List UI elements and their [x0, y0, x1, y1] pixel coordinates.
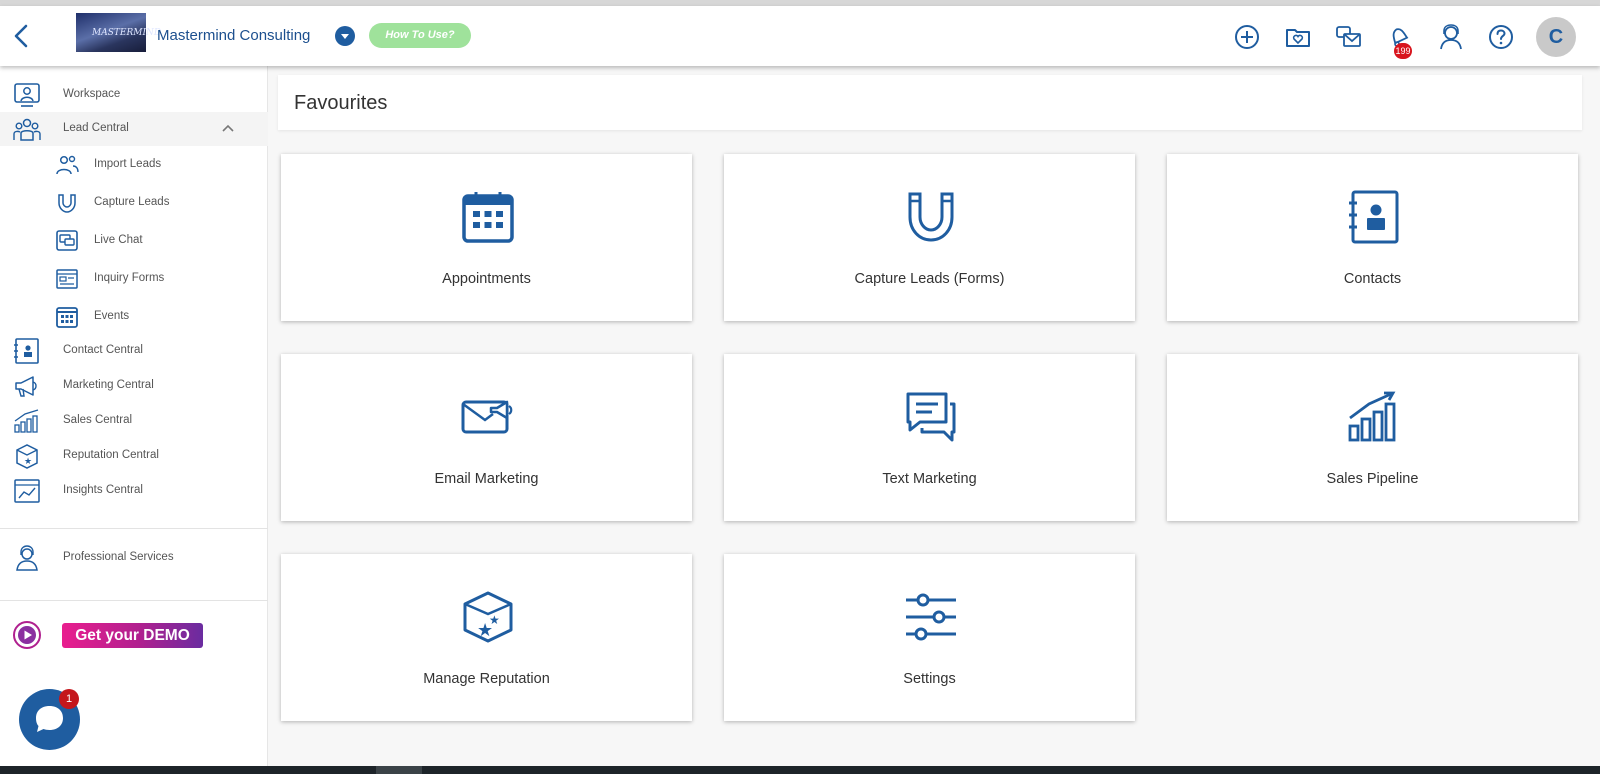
- user-avatar[interactable]: C: [1536, 17, 1576, 57]
- card-label: Text Marketing: [882, 471, 977, 487]
- add-circle-icon[interactable]: [1232, 22, 1262, 52]
- company-logo[interactable]: MASTERMIND: [76, 13, 161, 52]
- card-email-marketing[interactable]: Email Marketing: [281, 354, 692, 521]
- messages-icon[interactable]: [1334, 22, 1364, 52]
- star-box-icon: ★: [16, 444, 38, 469]
- sliders-icon: [906, 593, 956, 641]
- people-group-icon: [13, 118, 41, 141]
- company-name[interactable]: Mastermind Consulting: [157, 27, 310, 44]
- sidebar-item-label: Sales Central: [63, 414, 133, 426]
- support-agent-icon[interactable]: [1436, 22, 1466, 52]
- sidebar-item-sales-central[interactable]: Sales Central: [0, 404, 268, 438]
- card-label: Email Marketing: [434, 471, 539, 487]
- magnet-icon: [58, 194, 76, 213]
- email-megaphone-icon: [461, 400, 513, 434]
- sidebar-item-insights-central[interactable]: Insights Central: [0, 474, 268, 508]
- svg-text:★: ★: [24, 457, 32, 467]
- sidebar-item-label: Lead Central: [63, 122, 129, 134]
- favourites-header: Favourites: [278, 75, 1582, 130]
- sidebar-divider: [0, 600, 268, 601]
- card-contacts[interactable]: Contacts: [1167, 154, 1578, 321]
- sidebar-item-label: Insights Central: [63, 484, 143, 496]
- sidebar-item-live-chat[interactable]: Live Chat: [0, 224, 268, 258]
- card-label: Sales Pipeline: [1326, 471, 1419, 487]
- sidebar-item-label: Contact Central: [63, 344, 143, 356]
- page-title: Favourites: [294, 92, 388, 114]
- insights-chart-icon: [14, 479, 40, 503]
- workspace-icon: [14, 83, 40, 107]
- sidebar-item-marketing-central[interactable]: Marketing Central: [0, 369, 268, 403]
- calendar-icon: [462, 192, 514, 243]
- sidebar-item-events[interactable]: Events: [0, 300, 268, 334]
- os-taskbar-strip: [0, 766, 1600, 774]
- main-content: Favourites Appointments Capture Leads (F…: [268, 66, 1600, 766]
- sidebar-item-label: Inquiry Forms: [94, 272, 165, 284]
- notification-badge: 199: [1394, 43, 1412, 59]
- sidebar-item-label: Events: [94, 310, 130, 322]
- chevron-up-icon[interactable]: [221, 122, 235, 134]
- sidebar-item-contact-central[interactable]: Contact Central: [0, 334, 268, 368]
- sidebar-item-import-leads[interactable]: Import Leads: [0, 148, 268, 182]
- sidebar-divider: [0, 528, 268, 529]
- consultant-icon: [16, 545, 38, 571]
- live-chat-icon: [56, 230, 78, 251]
- sidebar-item-reputation-central[interactable]: ★ Reputation Central: [0, 439, 268, 473]
- sidebar-item-inquiry-forms[interactable]: Inquiry Forms: [0, 262, 268, 296]
- card-text-marketing[interactable]: Text Marketing: [724, 354, 1135, 521]
- card-label: Contacts: [1343, 271, 1402, 287]
- top-header: MASTERMIND Mastermind Consulting How To …: [0, 6, 1600, 66]
- card-label: Capture Leads (Forms): [854, 271, 1005, 287]
- taskbar-segment: [376, 766, 422, 774]
- sidebar-item-label: Import Leads: [94, 158, 162, 170]
- sidebar-item-lead-central[interactable]: Lead Central: [0, 112, 268, 146]
- card-label: Manage Reputation: [423, 671, 550, 687]
- svg-text:★: ★: [489, 613, 500, 627]
- star-box-icon: ★★: [463, 591, 513, 643]
- card-capture-leads-forms[interactable]: Capture Leads (Forms): [724, 154, 1135, 321]
- card-sales-pipeline[interactable]: Sales Pipeline: [1167, 354, 1578, 521]
- sidebar-item-label: Capture Leads: [94, 196, 170, 208]
- sidebar-item-workspace[interactable]: Workspace: [0, 78, 268, 112]
- sidebar-item-label: Live Chat: [94, 234, 143, 246]
- get-demo-button[interactable]: Get your DEMO: [62, 623, 203, 648]
- chat-bubbles-icon: [906, 392, 956, 442]
- sidebar-item-label: Professional Services: [63, 551, 174, 563]
- favorite-folder-icon[interactable]: [1283, 22, 1313, 52]
- megaphone-icon: [15, 376, 37, 397]
- chat-badge: 1: [59, 689, 79, 709]
- sidebar-item-label: Workspace: [63, 88, 121, 100]
- help-icon[interactable]: [1486, 22, 1516, 52]
- magnet-icon: [908, 192, 954, 242]
- back-arrow-icon[interactable]: [10, 22, 34, 50]
- sidebar-item-professional-services[interactable]: Professional Services: [0, 541, 268, 575]
- form-icon: [56, 269, 78, 289]
- sidebar-item-label: Reputation Central: [63, 449, 159, 461]
- import-leads-icon: [56, 155, 79, 175]
- card-manage-reputation[interactable]: ★ ★ Manage Reputation: [281, 554, 692, 721]
- card-label: Settings: [903, 671, 956, 687]
- contact-book-icon: [1349, 190, 1399, 244]
- card-label: Appointments: [442, 271, 531, 287]
- sidebar-item-label: Marketing Central: [63, 379, 154, 391]
- bar-chart-icon: [14, 409, 39, 433]
- bar-chart-icon: [1348, 391, 1396, 442]
- sidebar-item-capture-leads[interactable]: Capture Leads: [0, 186, 268, 220]
- calendar-icon: [56, 307, 78, 328]
- play-icon[interactable]: [12, 620, 42, 650]
- how-to-use-button[interactable]: How To Use?: [369, 23, 471, 48]
- card-appointments[interactable]: Appointments: [281, 154, 692, 321]
- card-settings[interactable]: Settings: [724, 554, 1135, 721]
- contact-book-icon: [14, 338, 39, 364]
- company-dropdown-button[interactable]: [335, 26, 355, 46]
- sidebar: Workspace Lead Central Import Leads Capt…: [0, 66, 268, 766]
